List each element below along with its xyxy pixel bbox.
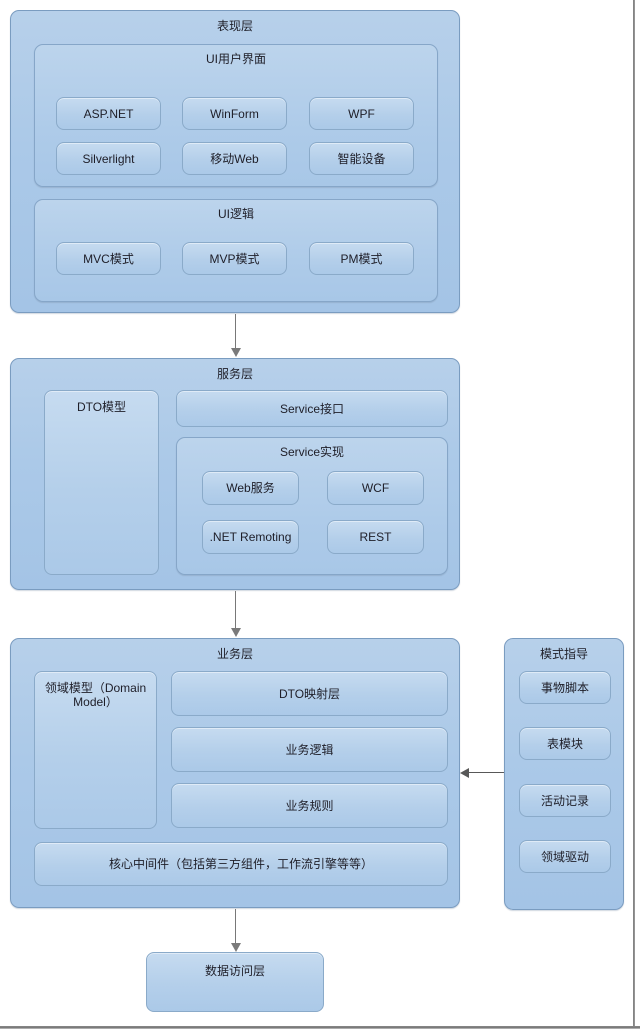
node-net-remoting[interactable]: .NET Remoting bbox=[202, 520, 299, 554]
node-domain-model[interactable]: 领域模型（Domain Model） bbox=[34, 671, 157, 829]
node-rest[interactable]: REST bbox=[327, 520, 424, 554]
presentation-layer-panel: 表现层 UI用户界面 ASP.NET WinForm WPF Silverlig… bbox=[10, 10, 460, 313]
ui-logic-panel: UI逻辑 MVC模式 MVP模式 PM模式 bbox=[34, 199, 438, 302]
node-business-logic[interactable]: 业务逻辑 bbox=[171, 727, 448, 772]
node-smart-device[interactable]: 智能设备 bbox=[309, 142, 414, 175]
node-service-interface[interactable]: Service接口 bbox=[176, 390, 448, 427]
node-mobile-web[interactable]: 移动Web bbox=[182, 142, 287, 175]
node-mvp-pattern[interactable]: MVP模式 bbox=[182, 242, 287, 275]
page-right-border bbox=[633, 0, 635, 1028]
pattern-guidance-panel: 模式指导 事物脚本 表模块 活动记录 领域驱动 bbox=[504, 638, 624, 910]
node-dto-model[interactable]: DTO模型 bbox=[44, 390, 159, 575]
node-asp-net[interactable]: ASP.NET bbox=[56, 97, 161, 130]
node-pm-pattern[interactable]: PM模式 bbox=[309, 242, 414, 275]
node-dto-mapping-layer[interactable]: DTO映射层 bbox=[171, 671, 448, 716]
pattern-guidance-title: 模式指导 bbox=[539, 647, 588, 661]
node-table-module[interactable]: 表模块 bbox=[519, 727, 611, 760]
business-layer-panel: 业务层 领域模型（Domain Model） DTO映射层 业务逻辑 业务规则 … bbox=[10, 638, 460, 908]
service-impl-panel: Service实现 Web服务 WCF .NET Remoting REST bbox=[176, 437, 448, 575]
arrow-business-to-data-access bbox=[231, 909, 241, 952]
node-silverlight[interactable]: Silverlight bbox=[56, 142, 161, 175]
node-wpf[interactable]: WPF bbox=[309, 97, 414, 130]
ui-interface-title: UI用户界面 bbox=[205, 52, 266, 66]
node-domain-driven[interactable]: 领域驱动 bbox=[519, 840, 611, 873]
presentation-layer-title: 表现层 bbox=[216, 19, 253, 33]
ui-interface-panel: UI用户界面 ASP.NET WinForm WPF Silverlight 移… bbox=[34, 44, 438, 187]
node-active-record[interactable]: 活动记录 bbox=[519, 784, 611, 817]
arrow-service-to-business bbox=[231, 591, 241, 637]
node-business-rules[interactable]: 业务规则 bbox=[171, 783, 448, 828]
node-core-middleware[interactable]: 核心中间件（包括第三方组件，工作流引擎等等） bbox=[34, 842, 448, 886]
data-access-layer-box[interactable]: 数据访问层 bbox=[146, 952, 324, 1012]
service-layer-title: 服务层 bbox=[216, 367, 253, 381]
ui-logic-title: UI逻辑 bbox=[217, 207, 254, 221]
page-bottom-border bbox=[0, 1026, 640, 1029]
service-layer-panel: 服务层 DTO模型 Service接口 Service实现 Web服务 WCF … bbox=[10, 358, 460, 590]
node-winform[interactable]: WinForm bbox=[182, 97, 287, 130]
node-mvc-pattern[interactable]: MVC模式 bbox=[56, 242, 161, 275]
arrow-presentation-to-service bbox=[231, 314, 241, 357]
node-wcf[interactable]: WCF bbox=[327, 471, 424, 505]
arrow-pattern-guidance-to-business bbox=[460, 768, 504, 778]
node-transaction-script[interactable]: 事物脚本 bbox=[519, 671, 611, 704]
business-layer-title: 业务层 bbox=[216, 647, 253, 661]
service-impl-title: Service实现 bbox=[279, 445, 344, 459]
node-web-service[interactable]: Web服务 bbox=[202, 471, 299, 505]
